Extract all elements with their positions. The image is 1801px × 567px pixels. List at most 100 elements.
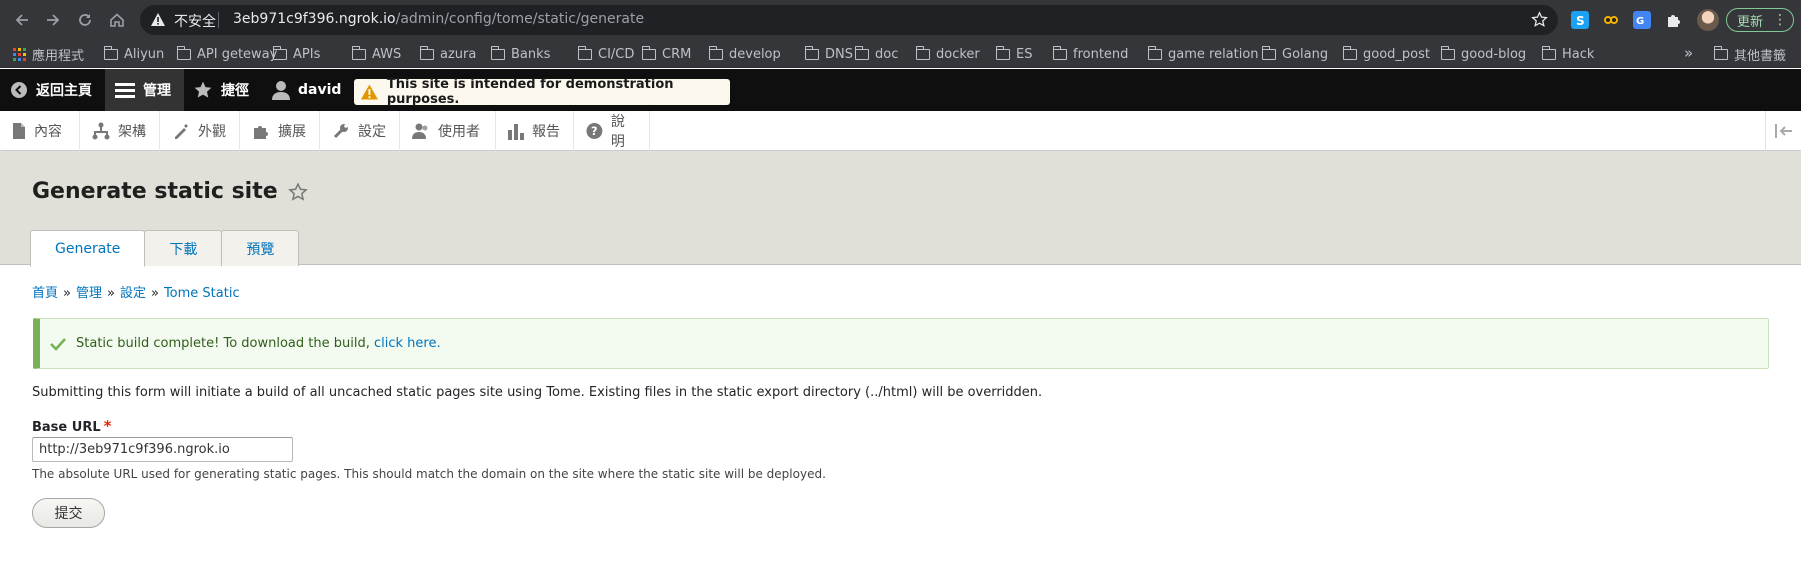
bookmark-label: azura xyxy=(440,46,477,62)
bookmark-item[interactable]: API geteway xyxy=(176,45,277,63)
folder-icon xyxy=(1440,45,1455,60)
forward-button[interactable] xyxy=(41,8,65,32)
tray-item-reports[interactable]: 報告 xyxy=(496,111,574,151)
extensions-puzzle-icon[interactable] xyxy=(1665,11,1683,29)
reload-button[interactable] xyxy=(73,8,97,32)
url-text[interactable]: 3eb971c9f396.ngrok.io/admin/config/tome/… xyxy=(233,11,644,27)
bookmark-label: Banks xyxy=(511,46,551,62)
bookmark-item[interactable]: Aliyun xyxy=(103,45,164,63)
folder-icon xyxy=(577,45,592,60)
bookmark-item[interactable]: frontend xyxy=(1052,45,1128,63)
breadcrumb-home[interactable]: 首頁 xyxy=(32,286,58,301)
bookmark-item[interactable]: APIs xyxy=(272,45,321,63)
tray-item-help[interactable]: ? 說明 xyxy=(574,111,650,151)
folder-icon xyxy=(804,45,819,60)
bookmark-item[interactable]: AWS xyxy=(351,45,402,63)
breadcrumb-tome-static[interactable]: Tome Static xyxy=(164,286,240,301)
tray-label: 報告 xyxy=(532,124,560,140)
bookmark-item[interactable]: 應用程式 xyxy=(13,45,85,64)
tray-item-extend[interactable]: 擴展 xyxy=(240,111,320,151)
bookmark-item[interactable]: doc xyxy=(854,45,898,63)
other-bookmarks-label: 其他書籤 xyxy=(1734,48,1787,64)
breadcrumb-config[interactable]: 設定 xyxy=(120,286,146,301)
download-build-link[interactable]: click here. xyxy=(374,336,441,351)
home-icon xyxy=(110,13,124,27)
toolbar-user-tab[interactable]: david xyxy=(262,69,351,111)
tray-item-content[interactable]: 內容 xyxy=(0,111,80,151)
warning-icon xyxy=(360,84,378,100)
sitemap-icon xyxy=(92,122,110,140)
bookmark-item[interactable]: good-blog xyxy=(1440,45,1526,63)
toolbar-shortcuts-tab[interactable]: 捷徑 xyxy=(183,69,259,111)
address-bar[interactable]: 不安全 3eb971c9f396.ngrok.io/admin/config/t… xyxy=(140,5,1558,35)
bookmark-item[interactable]: CRM xyxy=(641,45,692,63)
back-to-site-link[interactable]: 返回主頁 xyxy=(0,69,102,111)
update-button[interactable]: 更新 ⋮ xyxy=(1726,8,1794,32)
folder-icon xyxy=(351,45,366,60)
bookmark-label: CI/CD xyxy=(598,46,635,62)
manage-label: 管理 xyxy=(143,83,171,99)
page-header: Generate static site Generate 下載 預覽 xyxy=(0,152,1801,267)
other-bookmarks[interactable]: 其他書籤 xyxy=(1713,45,1787,64)
bookmark-item[interactable]: docker xyxy=(915,45,980,63)
bookmark-item[interactable]: Golang xyxy=(1261,45,1328,63)
chevron-left-circle-icon xyxy=(11,82,27,98)
bookmark-item[interactable]: DNS xyxy=(804,45,853,63)
puzzle-icon xyxy=(254,126,268,139)
base-url-label-text: Base URL xyxy=(32,420,101,435)
tab-preview[interactable]: 預覽 xyxy=(221,230,300,266)
tray-label: 說明 xyxy=(610,114,625,150)
bookmark-label: AWS xyxy=(372,46,402,62)
tray-orientation-toggle[interactable] xyxy=(1765,111,1801,151)
star-outline-icon[interactable] xyxy=(287,181,308,202)
breadcrumb-separator: » xyxy=(150,286,159,301)
skype-extension-icon[interactable]: S xyxy=(1571,11,1589,29)
folder-icon xyxy=(490,45,505,60)
tray-item-appearance[interactable]: 外觀 xyxy=(160,111,240,151)
back-button[interactable] xyxy=(10,8,34,32)
bookmarks-overflow-button[interactable]: » xyxy=(1684,44,1693,62)
owl-extension-icon[interactable] xyxy=(1602,11,1620,29)
bookmark-item[interactable]: ES xyxy=(995,45,1032,63)
update-label: 更新 xyxy=(1737,14,1764,30)
toolbar-manage-tab[interactable]: 管理 xyxy=(105,69,184,111)
profile-avatar[interactable] xyxy=(1697,9,1719,31)
submit-button[interactable]: 提交 xyxy=(32,498,105,528)
folder-icon xyxy=(1147,45,1162,60)
base-url-input[interactable] xyxy=(32,437,293,462)
bookmark-item[interactable]: develop xyxy=(708,45,781,63)
bookmark-item[interactable]: good_post xyxy=(1342,45,1430,63)
bookmark-item[interactable]: Hack xyxy=(1541,45,1594,63)
breadcrumb-admin[interactable]: 管理 xyxy=(76,286,102,301)
paintbrush-icon xyxy=(175,124,188,139)
bookmark-label: CRM xyxy=(662,46,692,62)
tray-label: 使用者 xyxy=(438,124,480,140)
breadcrumb: 首頁 » 管理 » 設定 » Tome Static xyxy=(32,282,240,301)
translate-extension-icon[interactable]: G xyxy=(1633,11,1651,29)
demo-notice: This site is intended for demonstration … xyxy=(354,77,730,107)
tray-item-people[interactable]: 使用者 xyxy=(400,111,496,151)
breadcrumb-separator: » xyxy=(63,286,71,301)
bookmark-item[interactable]: game relation xyxy=(1147,45,1259,63)
security-status[interactable]: 不安全 xyxy=(174,11,216,31)
folder-icon xyxy=(995,45,1010,60)
tray-item-configuration[interactable]: 設定 xyxy=(320,111,400,151)
tray-item-structure[interactable]: 架構 xyxy=(80,111,160,151)
bookmark-item[interactable]: CI/CD xyxy=(577,45,635,63)
bookmark-label: 應用程式 xyxy=(32,48,85,64)
bookmark-item[interactable]: azura xyxy=(419,45,477,63)
admin-menu-tray: 內容 架構 外觀 擴展 設定 使用者 報告 ? 說明 xyxy=(0,111,1801,151)
bookmark-label: APIs xyxy=(293,46,321,62)
menu-dots-icon: ⋮ xyxy=(1773,12,1788,28)
bookmark-item[interactable]: Banks xyxy=(490,45,551,63)
tray-label: 擴展 xyxy=(278,124,306,140)
user-icon xyxy=(272,81,290,100)
bookmark-label: docker xyxy=(936,46,980,62)
bookmark-star-icon[interactable] xyxy=(1531,11,1548,28)
tab-generate[interactable]: Generate xyxy=(30,230,146,267)
folder-icon xyxy=(708,45,723,60)
bookmarks-bar: 應用程式 Aliyun API geteway APIs AWS azura Banks CI… xyxy=(0,40,1801,68)
url-host: 3eb971c9f396.ngrok.io xyxy=(233,11,396,27)
tab-download[interactable]: 下載 xyxy=(144,230,223,266)
home-button[interactable] xyxy=(105,8,129,32)
